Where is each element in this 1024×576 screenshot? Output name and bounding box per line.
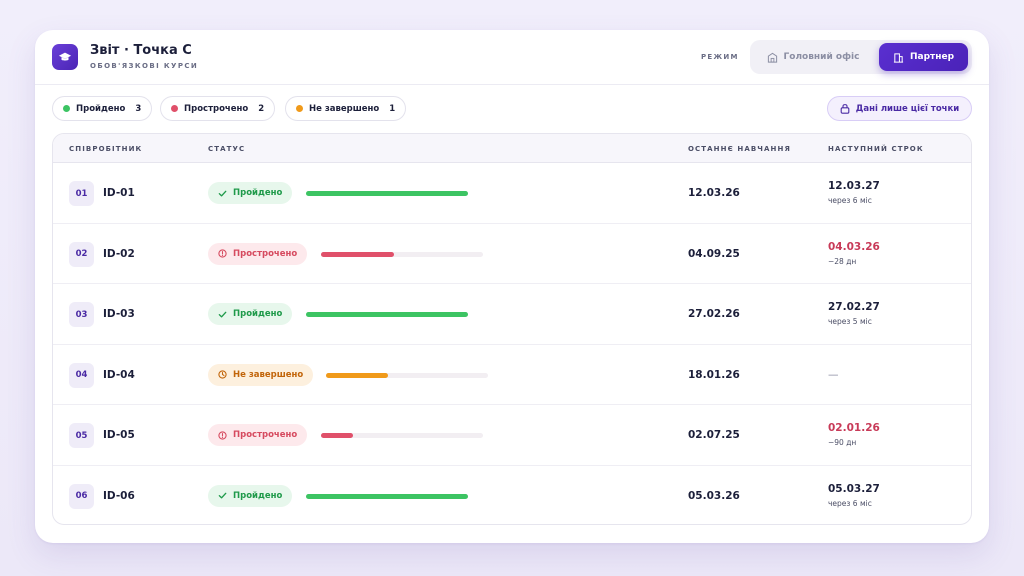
- next-due-date: 02.01.26: [828, 422, 880, 434]
- status-badge: Пройдено: [208, 303, 293, 325]
- row-number: 06: [69, 483, 94, 509]
- next-due-note: через 6 міс: [828, 196, 872, 205]
- last-training-date: 04.09.25: [688, 247, 740, 260]
- check-icon: [218, 189, 227, 198]
- status-label: Пройдено: [233, 490, 283, 501]
- next-due-note: через 5 міс: [828, 317, 872, 326]
- next-due-date: 04.03.26: [828, 240, 880, 253]
- filter-passed[interactable]: Пройдено 3: [52, 96, 153, 121]
- last-training-date: 05.03.26: [688, 489, 740, 502]
- last-training-date: 27.02.26: [688, 308, 740, 320]
- filter-passed-count: 3: [135, 103, 142, 114]
- filter-incomplete-count: 1: [389, 103, 396, 114]
- next-due-date: 05.03.27: [828, 482, 880, 495]
- status-label: Не завершено: [233, 369, 304, 380]
- progress-bar: [306, 312, 468, 317]
- table-row[interactable]: 02 ID-02 Прострочено 04.09.25 04.03.26 −28 дн: [53, 224, 971, 284]
- lock-icon: [840, 104, 850, 114]
- employee-id: ID-04: [103, 368, 135, 381]
- employee-id: ID-06: [103, 489, 135, 502]
- progress-fill: [326, 372, 388, 378]
- status-badge: Прострочено: [208, 424, 308, 446]
- status-label: Прострочено: [233, 430, 298, 440]
- report-card: Звіт · Точка C ОБОВ'ЯЗКОВІ КУРСИ РЕЖИМ Г…: [35, 30, 989, 543]
- filter-incomplete-label: Не завершено: [309, 103, 380, 114]
- employee-id: ID-05: [103, 429, 135, 441]
- red-dot-icon: [171, 105, 178, 112]
- table-row[interactable]: 06 ID-06 Пройдено 05.03.26 05.03.27 через 6 м…: [53, 466, 971, 525]
- mode-label: РЕЖИМ: [701, 53, 739, 61]
- status-badge: Прострочено: [208, 242, 308, 265]
- mode-partner-label: Партнер: [909, 52, 955, 62]
- mode-head-office-label: Головний офіс: [783, 52, 860, 62]
- table-row[interactable]: 04 ID-04 Не завершено 18.01.26 —: [53, 345, 971, 405]
- check-icon: [218, 491, 227, 500]
- row-number: 01: [69, 181, 94, 206]
- row-number: 02: [69, 241, 94, 267]
- page-title: Звіт · Точка C: [90, 43, 192, 58]
- orange-dot-icon: [296, 105, 303, 112]
- employee-id: ID-03: [103, 308, 135, 320]
- filter-overdue[interactable]: Прострочено 2: [160, 96, 276, 121]
- page-subtitle: ОБОВ'ЯЗКОВІ КУРСИ: [90, 62, 199, 70]
- alert-circle-icon: [218, 430, 227, 440]
- column-employee: СПІВРОБІТНИК: [69, 145, 143, 153]
- storefront-icon: [893, 52, 904, 63]
- progress-fill: [306, 191, 468, 196]
- next-due-note: через 6 міс: [828, 498, 872, 508]
- mode-head-office-button[interactable]: Головний офіс: [754, 43, 872, 71]
- status-label: Пройдено: [233, 188, 283, 198]
- table-row[interactable]: 03 ID-03 Пройдено 27.02.26 27.02.27 через 5 м…: [53, 284, 971, 345]
- table-row[interactable]: 01 ID-01 Пройдено 12.03.26 12.03.27 через 6 м…: [53, 163, 971, 224]
- check-icon: [218, 310, 227, 319]
- filter-incomplete[interactable]: Не завершено 1: [285, 96, 407, 121]
- filter-overdue-count: 2: [258, 103, 265, 114]
- employee-id: ID-02: [103, 247, 135, 260]
- progress-bar: [326, 372, 488, 378]
- filter-overdue-label: Прострочено: [184, 103, 249, 114]
- table-row[interactable]: 05 ID-05 Прострочено 02.07.25 02.01.26 −90 дн: [53, 405, 971, 466]
- row-number: 04: [69, 362, 94, 388]
- progress-fill: [306, 493, 468, 499]
- next-due-date: 27.02.27: [828, 301, 880, 313]
- clock-icon: [218, 370, 227, 379]
- row-number: 05: [69, 423, 94, 448]
- mode-switch: Головний офіс Партнер: [750, 40, 972, 74]
- last-training-date: 18.01.26: [688, 368, 740, 381]
- status-badge: Не завершено: [208, 363, 314, 386]
- status-label: Пройдено: [233, 309, 283, 319]
- filter-passed-label: Пройдено: [76, 103, 126, 114]
- mode-partner-button[interactable]: Партнер: [879, 43, 968, 71]
- last-training-date: 02.07.25: [688, 429, 740, 441]
- building-icon: [767, 52, 777, 63]
- training-table: СПІВРОБІТНИК СТАТУС ОСТАННЄ НАВЧАННЯ НАС…: [52, 133, 972, 525]
- progress-fill: [321, 433, 354, 438]
- row-number: 03: [69, 302, 94, 327]
- next-due-note: −28 дн: [828, 256, 857, 266]
- header: Звіт · Точка C ОБОВ'ЯЗКОВІ КУРСИ РЕЖИМ Г…: [35, 30, 989, 85]
- green-dot-icon: [63, 105, 70, 112]
- next-due-note: −90 дн: [828, 438, 857, 447]
- progress-bar: [306, 191, 468, 196]
- scope-button[interactable]: Дані лише цієї точки: [827, 96, 972, 121]
- column-last-training: ОСТАННЄ НАВЧАННЯ: [688, 145, 791, 153]
- column-status: СТАТУС: [208, 145, 246, 153]
- table-header: СПІВРОБІТНИК СТАТУС ОСТАННЄ НАВЧАННЯ НАС…: [53, 134, 971, 163]
- status-badge: Пройдено: [208, 484, 293, 507]
- employee-id: ID-01: [103, 187, 135, 199]
- progress-bar: [306, 493, 468, 499]
- progress-bar: [321, 251, 483, 257]
- next-due-date: —: [828, 368, 839, 381]
- column-next-due: НАСТУПНИЙ СТРОК: [828, 145, 924, 153]
- next-due-date: 12.03.27: [828, 180, 880, 192]
- progress-bar: [321, 433, 483, 438]
- progress-fill: [306, 312, 468, 317]
- graduation-cap-icon: [52, 44, 78, 70]
- last-training-date: 12.03.26: [688, 187, 740, 199]
- scope-button-label: Дані лише цієї точки: [855, 103, 960, 114]
- alert-circle-icon: [218, 249, 227, 258]
- status-badge: Пройдено: [208, 182, 293, 204]
- progress-fill: [321, 251, 394, 257]
- status-label: Прострочено: [233, 248, 298, 259]
